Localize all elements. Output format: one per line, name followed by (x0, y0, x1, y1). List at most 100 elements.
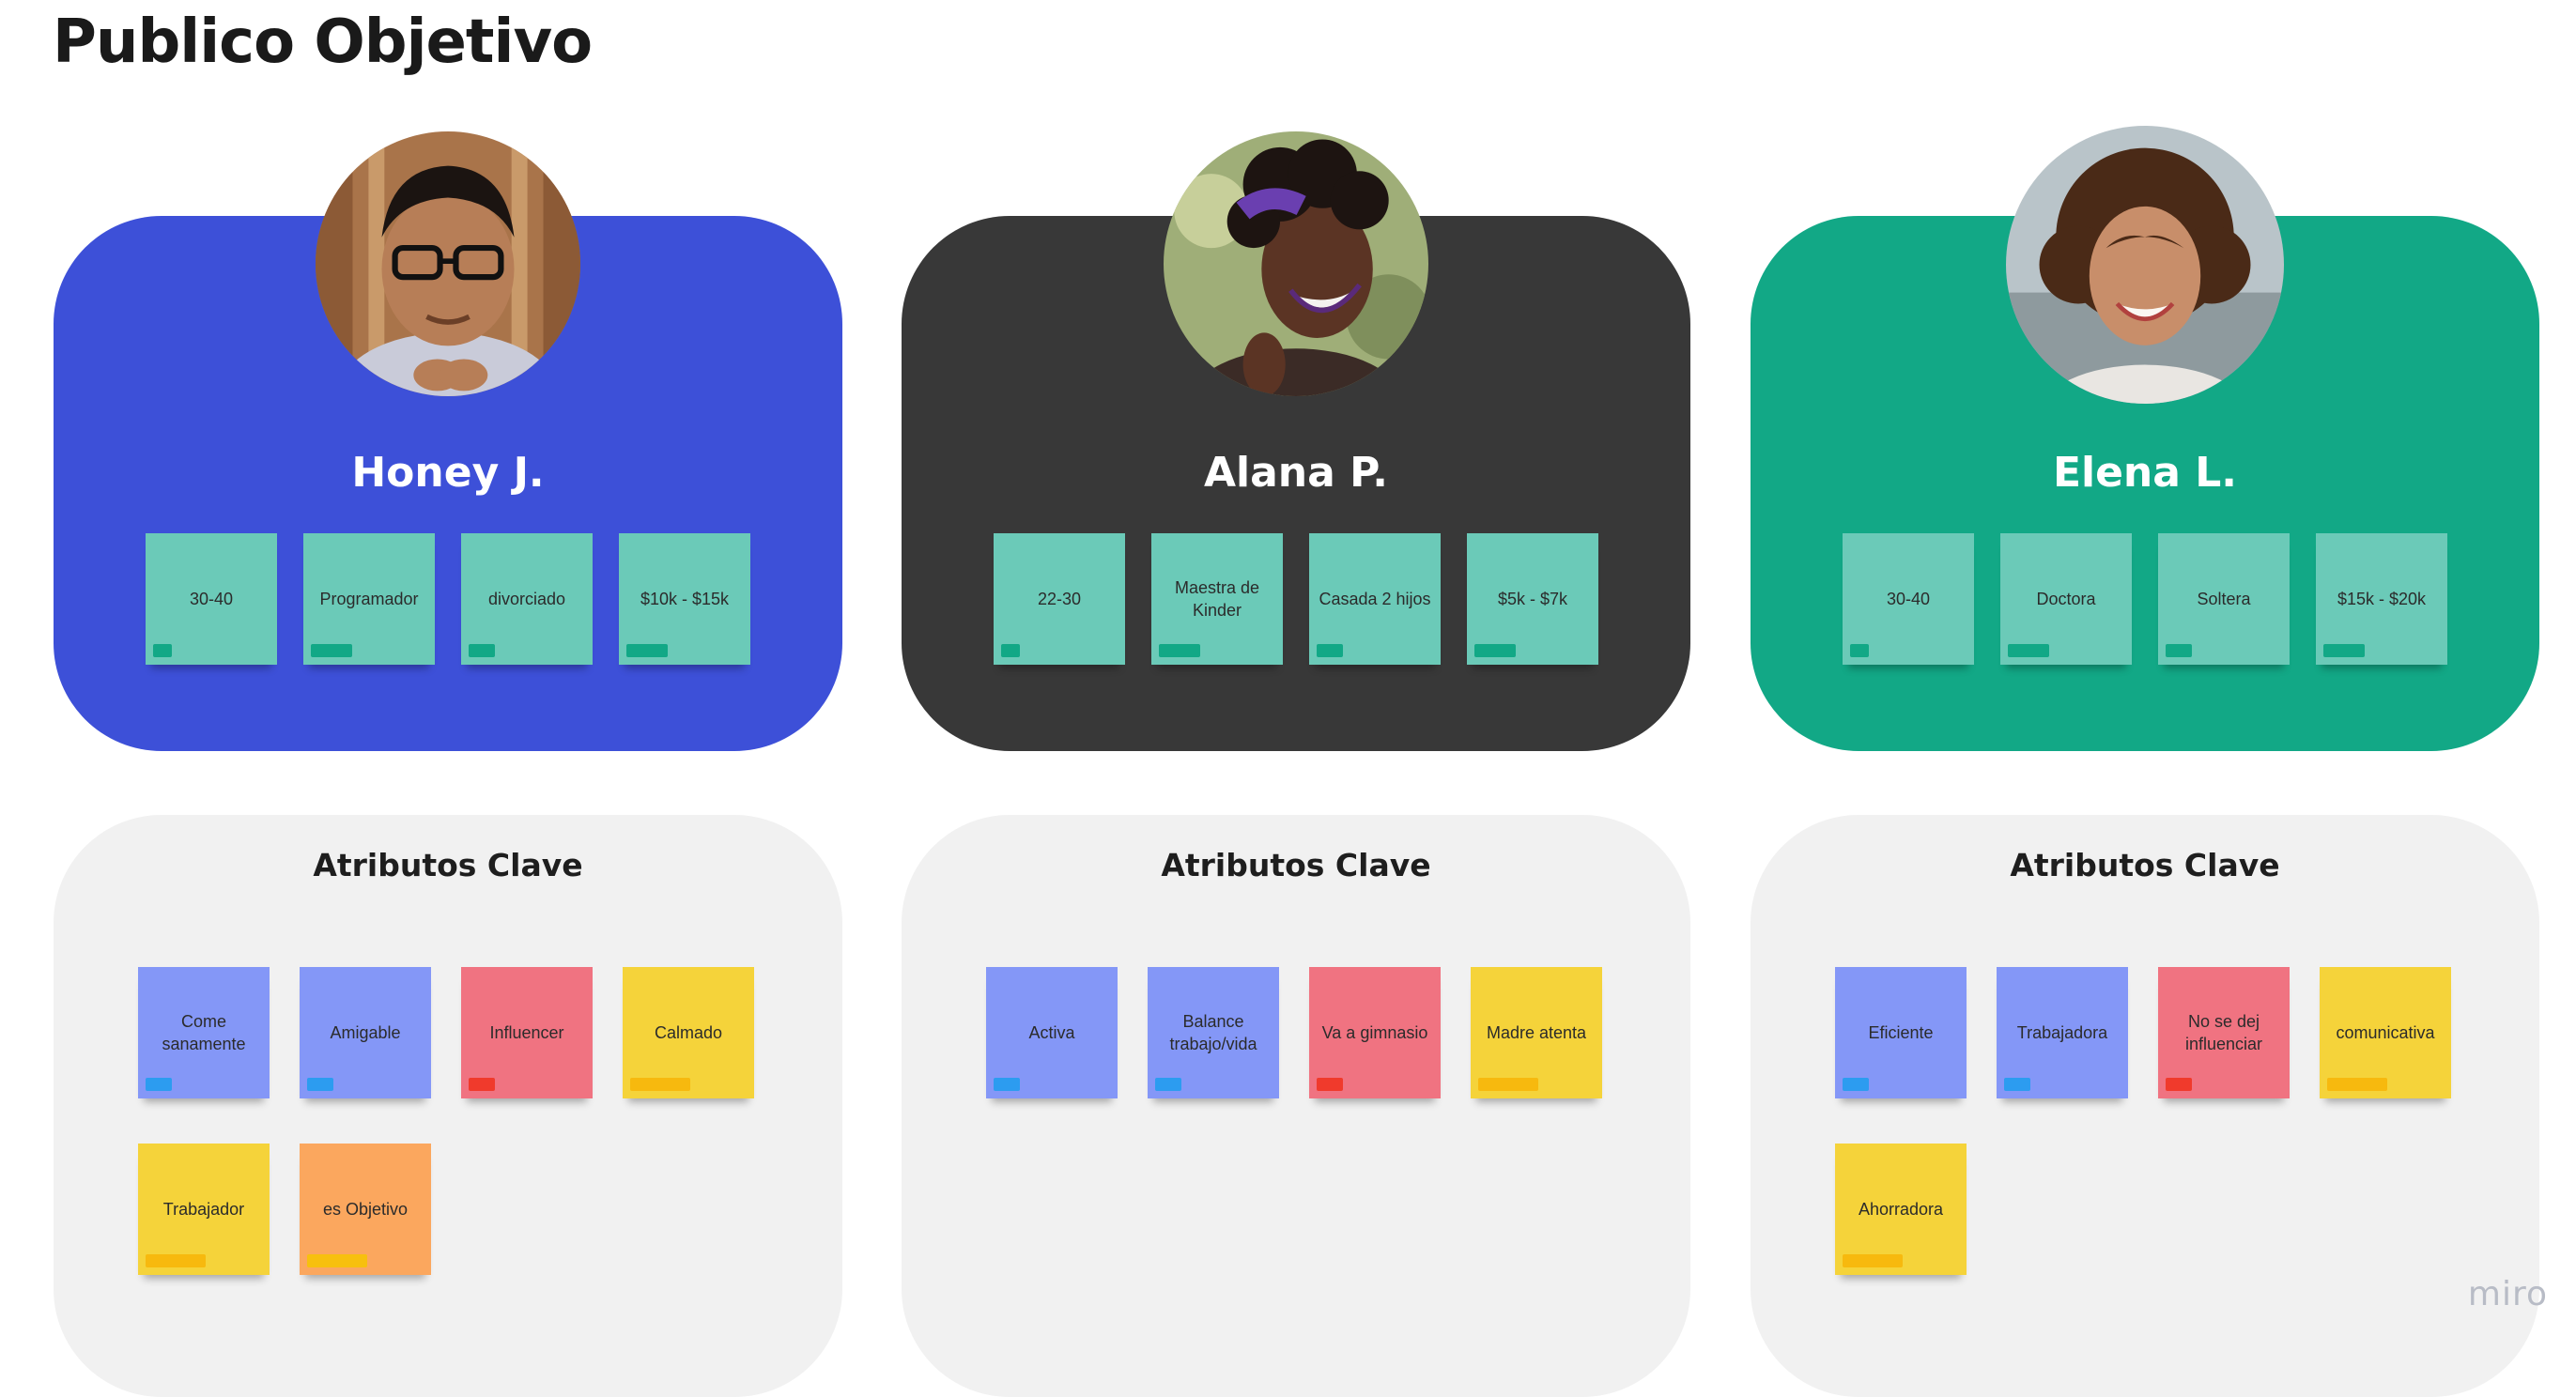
sticky-label: Ahorradora (1858, 1200, 1944, 1219)
tag-marker (626, 644, 668, 657)
sticky-label: Come sanamente (162, 1012, 246, 1053)
sticky-note[interactable]: Trabajador (138, 1144, 270, 1275)
sticky-note[interactable]: $10k - $15k (619, 533, 750, 665)
persona-name: Alana P. (1203, 449, 1389, 497)
tag-marker (1474, 644, 1516, 657)
tag-marker (146, 1254, 206, 1267)
tag-marker (311, 644, 352, 657)
tag-marker (630, 1078, 690, 1091)
sticky-label: es Objetivo (322, 1200, 409, 1219)
sticky-label: Maestra de Kinder (1174, 578, 1260, 620)
sticky-note[interactable]: Influencer (461, 967, 593, 1098)
sticky-note[interactable]: 22-30 (994, 533, 1125, 665)
sticky-note[interactable]: Soltera (2158, 533, 2290, 665)
page-title: Publico Objetivo (53, 8, 593, 77)
sticky-note[interactable]: 30-40 (1843, 533, 1974, 665)
sticky-note[interactable]: No se dej influenciar (2158, 967, 2290, 1098)
attributes-panel[interactable]: Atributos Clave Activa Balance trabajo/vi… (902, 815, 1690, 1397)
persona-card-alana[interactable]: Alana P. 22-30 Maestra de Kinder Casada … (902, 131, 1690, 751)
sticky-note[interactable]: Calmado (623, 967, 754, 1098)
sticky-label: Influencer (489, 1023, 564, 1042)
tag-marker (1843, 1254, 1903, 1267)
attributes-panel[interactable]: Atributos Clave Come sanamente Amigable In… (54, 815, 842, 1397)
sticky-label: Casada 2 hijos (1319, 590, 1431, 608)
sticky-note[interactable]: Ahorradora (1835, 1144, 1967, 1275)
tag-marker (994, 1078, 1020, 1091)
sticky-note[interactable]: Programador (303, 533, 435, 665)
sticky-note[interactable]: $15k - $20k (2316, 533, 2447, 665)
avatar[interactable] (2006, 126, 2284, 404)
tag-marker (1850, 644, 1869, 657)
sticky-label: Madre atenta (1486, 1023, 1587, 1042)
attributes-title: Atributos Clave (2010, 847, 2280, 883)
tag-marker (1478, 1078, 1538, 1091)
avatar[interactable] (1164, 131, 1428, 396)
tag-marker (469, 644, 495, 657)
sticky-label: divorciado (487, 590, 566, 608)
tag-marker (2327, 1078, 2387, 1091)
tag-marker (153, 644, 172, 657)
persona-card-honey[interactable]: Honey J. 30-40 Programador divorciado $1… (54, 131, 842, 751)
sticky-note[interactable]: Maestra de Kinder (1151, 533, 1283, 665)
attributes-grid: Activa Balance trabajo/vida Va a gimnasio M… (986, 967, 1662, 1098)
miro-watermark: miro (2467, 1275, 2548, 1313)
sticky-note[interactable]: Activa (986, 967, 1118, 1098)
sticky-label: $5k - $7k (1497, 590, 1568, 608)
sticky-label: Calmado (654, 1023, 723, 1042)
woman-portrait-curly-hair-icon (2006, 126, 2284, 404)
sticky-note[interactable]: Amigable (300, 967, 431, 1098)
avatar[interactable] (316, 131, 580, 396)
persona-name: Honey J. (351, 449, 545, 497)
sticky-note[interactable]: Doctora (2000, 533, 2132, 665)
sticky-label: Va a gimnasio (1321, 1023, 1428, 1042)
tag-marker (1317, 644, 1343, 657)
tag-marker (469, 1078, 495, 1091)
sticky-note[interactable]: 30-40 (146, 533, 277, 665)
tag-marker (2008, 644, 2049, 657)
persona-name: Elena L. (2052, 449, 2238, 497)
sticky-note[interactable]: comunicativa (2320, 967, 2451, 1098)
sticky-label: Doctora (2036, 590, 2096, 608)
sticky-label: Soltera (2197, 590, 2251, 608)
tag-marker (146, 1078, 172, 1091)
sticky-note[interactable]: Casada 2 hijos (1309, 533, 1441, 665)
sticky-note[interactable]: $5k - $7k (1467, 533, 1598, 665)
sticky-label: Programador (319, 590, 419, 608)
man-portrait-glasses-icon (316, 131, 580, 396)
tag-marker (1843, 1078, 1869, 1091)
sticky-note[interactable]: Balance trabajo/vida (1148, 967, 1279, 1098)
sticky-label: $15k - $20k (2337, 590, 2427, 608)
sticky-note[interactable]: Madre atenta (1471, 967, 1602, 1098)
attributes-title: Atributos Clave (313, 847, 583, 883)
attributes-panel[interactable]: Atributos Clave Eficiente Trabajadora No s… (1751, 815, 2539, 1397)
attributes-grid: Come sanamente Amigable Influencer Calmado T… (138, 967, 814, 1275)
sticky-label: 30-40 (189, 590, 234, 608)
tag-marker (307, 1254, 367, 1267)
demographics-stickies: 30-40 Programador divorciado $10k - $15k (54, 533, 842, 665)
sticky-note[interactable]: Eficiente (1835, 967, 1967, 1098)
sticky-label: Eficiente (1868, 1023, 1934, 1042)
attributes-grid: Eficiente Trabajadora No se dej influencia… (1835, 967, 2511, 1275)
persona-card-elena[interactable]: Elena L. 30-40 Doctora Soltera $15k - $2… (1751, 126, 2539, 751)
attributes-title: Atributos Clave (1161, 847, 1431, 883)
sticky-label: Amigable (330, 1023, 401, 1042)
sticky-label: Trabajadora (2016, 1023, 2108, 1042)
tag-marker (1155, 1078, 1181, 1091)
sticky-label: comunicativa (2336, 1023, 2435, 1042)
sticky-label: Trabajador (162, 1200, 245, 1219)
tag-marker (2166, 644, 2192, 657)
sticky-note[interactable]: divorciado (461, 533, 593, 665)
sticky-note[interactable]: Va a gimnasio (1309, 967, 1441, 1098)
tag-marker (1159, 644, 1200, 657)
sticky-note[interactable]: Trabajadora (1997, 967, 2128, 1098)
demographics-stickies: 22-30 Maestra de Kinder Casada 2 hijos $… (902, 533, 1690, 665)
tag-marker (307, 1078, 333, 1091)
sticky-label: No se dej influenciar (2184, 1012, 2263, 1053)
tag-marker (2004, 1078, 2030, 1091)
sticky-note[interactable]: es Objetivo (300, 1144, 431, 1275)
tag-marker (2166, 1078, 2192, 1091)
tag-marker (1001, 644, 1020, 657)
sticky-note[interactable]: Come sanamente (138, 967, 270, 1098)
sticky-label: 30-40 (1886, 590, 1931, 608)
tag-marker (2323, 644, 2365, 657)
